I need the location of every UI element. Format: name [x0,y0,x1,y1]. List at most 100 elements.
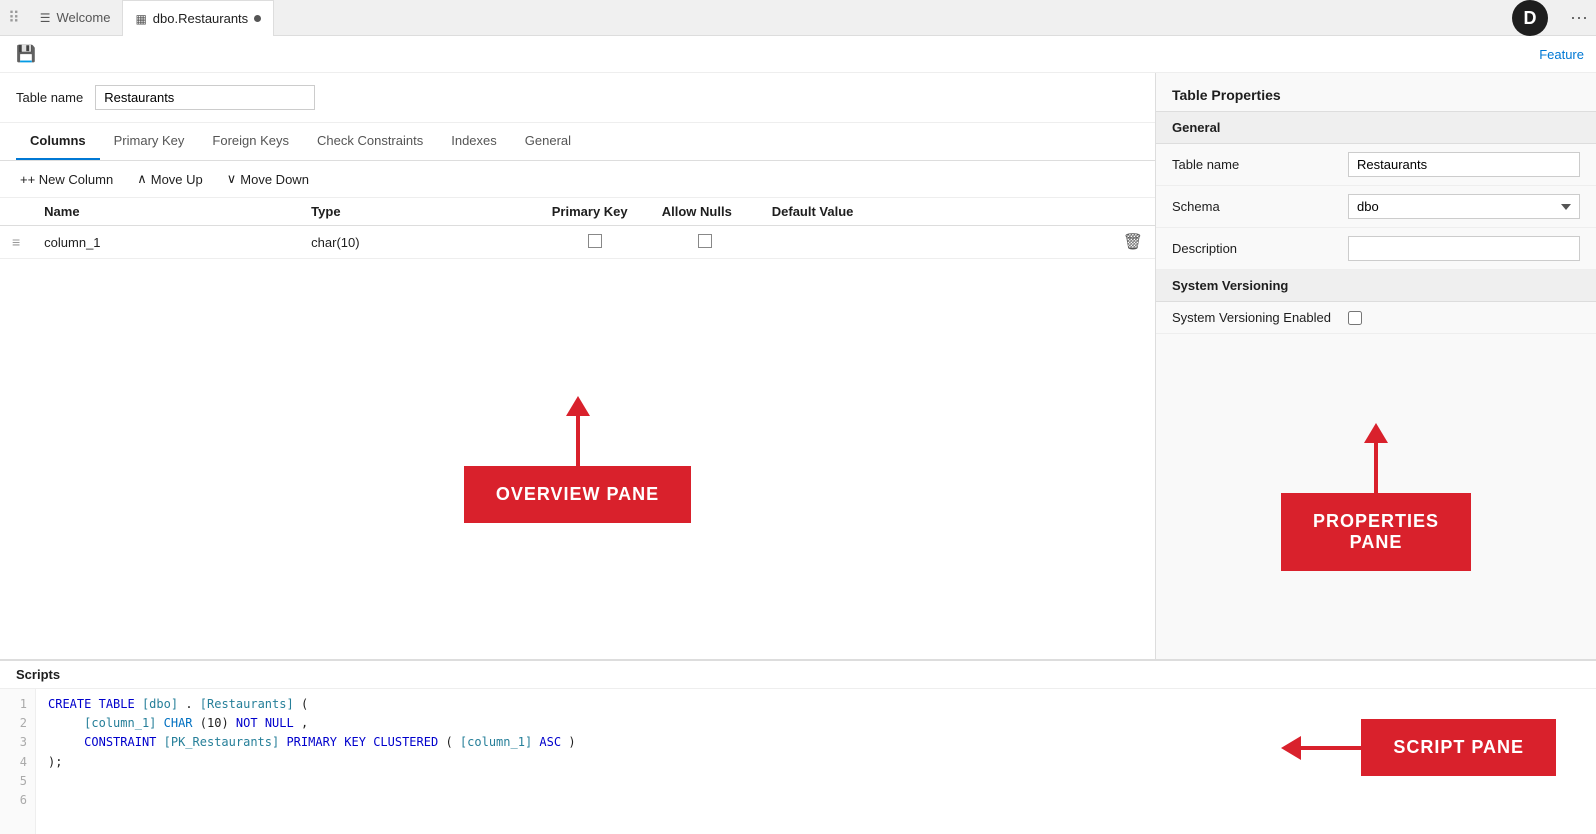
sysver-checkbox[interactable] [1348,311,1362,325]
code-line-4: ); [48,753,1584,772]
drag-handle-icon: ≡ [12,234,20,250]
kw-constraint: CONSTRAINT [84,735,156,749]
properties-arrow-shaft [1374,443,1378,493]
feature-link[interactable]: Feature [1539,47,1584,62]
tab-more-button[interactable]: ··· [1570,7,1588,28]
kw-table: TABLE [99,697,135,711]
obj-table: [Restaurants] [200,697,294,711]
row-allow-nulls-cell [650,226,760,259]
prop-section-general: General [1156,112,1596,144]
properties-annotation-area: PROPERTIESPANE [1156,334,1596,659]
code-line-3: CONSTRAINT [PK_Restaurants] PRIMARY KEY … [48,733,1584,752]
tab-check-constraints[interactable]: Check Constraints [303,123,437,160]
script-header: Scripts [0,661,1596,689]
line-num-2: 2 [8,714,27,733]
allow-nulls-checkbox[interactable] [698,234,712,248]
columns-table-container: Name Type Primary Key Allow Nulls Defaul… [0,198,1155,259]
move-up-icon: ∧ [137,171,147,187]
tab-primary-key[interactable]: Primary Key [100,123,199,160]
line-num-6: 6 [8,791,27,810]
prop-input-description[interactable] [1348,236,1580,261]
main-container: Table name Columns Primary Key Foreign K… [0,73,1596,659]
new-column-label: + New Column [28,172,114,187]
delete-row-button[interactable]: 🗑 [1123,232,1143,252]
overview-annotation-wrapper: OVERVIEW PANE [464,396,691,523]
properties-title: Table Properties [1156,73,1596,112]
properties-pane: Table Properties General Table name Sche… [1156,73,1596,659]
prop-label-sysver: System Versioning Enabled [1172,310,1332,325]
obj-col: [column_1] [84,716,156,730]
overview-pane: Table name Columns Primary Key Foreign K… [0,73,1156,659]
kw-not: NOT [236,716,258,730]
welcome-icon: ☰ [40,11,51,25]
prop-input-tablename[interactable] [1348,152,1580,177]
line-num-3: 3 [8,733,27,752]
new-column-button[interactable]: + + New Column [16,170,117,189]
column-toolbar: + + New Column ∧ Move Up ∨ Move Down [0,161,1155,198]
kw-null: NULL [265,716,294,730]
line-num-4: 4 [8,753,27,772]
table-icon: ▦ [135,12,146,26]
prop-row-schema: Schema dbo [1156,186,1596,228]
line-num-1: 1 [8,695,27,714]
prop-section-sysver: System Versioning [1156,270,1596,302]
toolbar-row: 💾 Feature [0,36,1596,73]
tab-restaurants[interactable]: ▦ dbo.Restaurants [122,0,274,36]
prop-label-description: Description [1172,241,1332,256]
script-body: 1 2 3 4 5 6 CREATE TABLE [dbo] . [Restau… [0,689,1596,834]
tab-welcome-label: Welcome [56,10,110,25]
move-down-button[interactable]: ∨ Move Down [223,169,313,189]
script-section: Scripts 1 2 3 4 5 6 CREATE TABLE [dbo] .… [0,659,1596,834]
kw-clustered: CLUSTERED [373,735,438,749]
tab-welcome[interactable]: ☰ Welcome [28,0,123,36]
th-name: Name [32,198,299,226]
row-delete-cell: 🗑 [1111,226,1155,259]
th-actions [1111,198,1155,226]
table-name-input[interactable] [95,85,315,110]
prop-row-sysver: System Versioning Enabled [1156,302,1596,334]
kw-key: KEY [344,735,366,749]
th-drag [0,198,32,226]
properties-arrow-head [1364,423,1388,443]
avatar: D [1512,0,1548,36]
row-name[interactable]: column_1 [32,226,299,259]
move-up-button[interactable]: ∧ Move Up [133,169,207,189]
tab-restaurants-label: dbo.Restaurants [153,11,248,26]
th-default-value: Default Value [760,198,1111,226]
new-column-icon: + [20,172,28,187]
kw-create: CREATE [48,697,91,711]
tab-bar: ⠿ ☰ Welcome ▦ dbo.Restaurants ··· D [0,0,1596,36]
code-area: CREATE TABLE [dbo] . [Restaurants] ( [co… [36,689,1596,834]
properties-annotation-wrapper: PROPERTIESPANE [1281,423,1471,571]
code-line-2: [column_1] CHAR (10) NOT NULL , [48,714,1584,733]
obj-schema: [dbo] [142,697,178,711]
prop-label-schema: Schema [1172,199,1332,214]
save-button[interactable]: 💾 [12,42,40,66]
tab-columns[interactable]: Columns [16,123,100,160]
tab-foreign-keys[interactable]: Foreign Keys [198,123,303,160]
tab-general[interactable]: General [511,123,585,160]
code-line-6 [48,791,1584,810]
section-tabs: Columns Primary Key Foreign Keys Check C… [0,123,1155,161]
kw-asc: ASC [539,735,561,749]
prop-select-schema[interactable]: dbo [1348,194,1580,219]
table-name-row: Table name [0,73,1155,123]
prop-row-description: Description [1156,228,1596,270]
line-numbers: 1 2 3 4 5 6 [0,689,36,834]
overview-annotation-container: OVERVIEW PANE [0,259,1155,659]
overview-annotation-box: OVERVIEW PANE [464,466,691,523]
drag-handle-icon: ⠿ [8,8,20,28]
row-type[interactable]: char(10) [299,226,540,259]
code-line-5 [48,772,1584,791]
primary-key-checkbox[interactable] [588,234,602,248]
row-default-value[interactable] [760,226,1111,259]
kw-primary: PRIMARY [286,735,337,749]
overview-arrow-shaft [576,416,580,466]
kw-char: CHAR [164,716,193,730]
table-name-label: Table name [16,90,83,105]
move-down-label: Move Down [240,172,309,187]
move-up-label: Move Up [151,172,203,187]
obj-col2: [column_1] [460,735,532,749]
save-icon: 💾 [16,46,36,63]
tab-indexes[interactable]: Indexes [437,123,511,160]
